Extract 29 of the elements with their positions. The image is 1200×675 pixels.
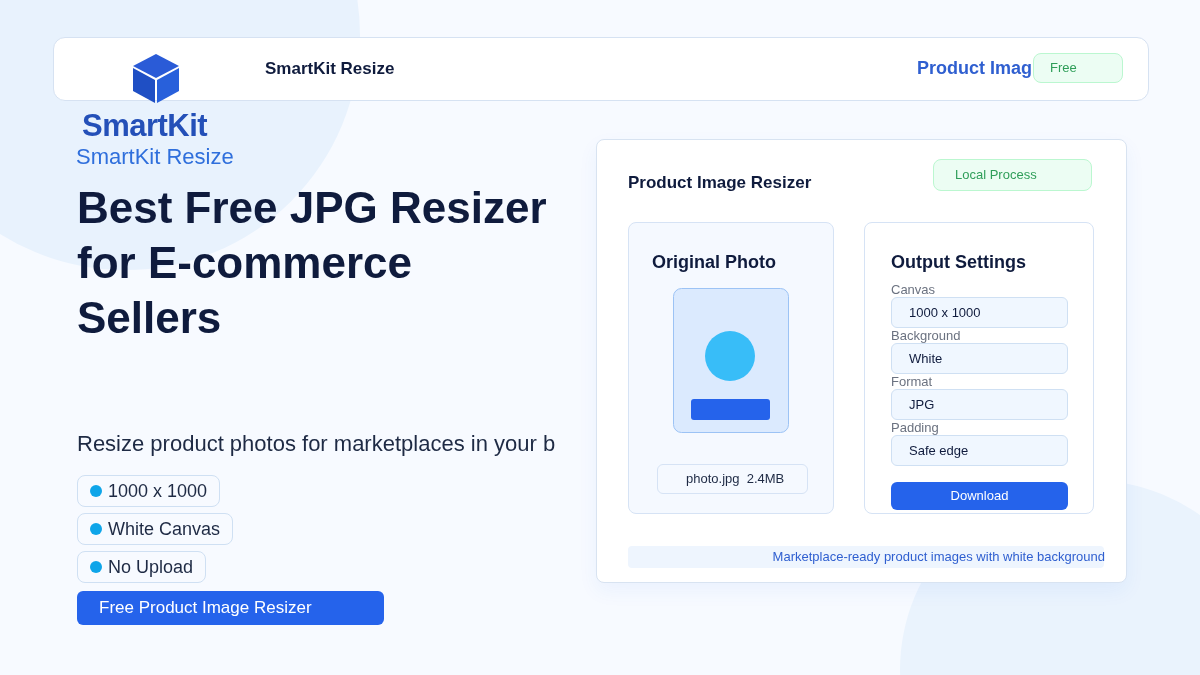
feature-label: White Canvas [108, 517, 221, 541]
local-process-badge: Local Process [933, 159, 1092, 191]
field-label: Background [891, 329, 962, 343]
panel-title: Output Settings [891, 251, 1026, 274]
headline-line: for E-commerce [77, 237, 413, 289]
field-label: Format [891, 375, 934, 389]
file-info: photo.jpg 2.4MB [657, 464, 808, 494]
footer-text: Marketplace-ready product images with white background [772, 548, 1105, 567]
logo-subtitle: SmartKit Resize [76, 144, 234, 170]
feature-label: No Upload [108, 555, 194, 579]
select-field[interactable]: White [891, 343, 1068, 374]
free-badge: Free [1033, 53, 1123, 83]
download-button[interactable]: Download [891, 482, 1068, 510]
hero-subtitle: Resize product photos for marketplaces in your b [77, 430, 557, 458]
card-title: Product Image Resizer [628, 172, 812, 194]
select-field[interactable]: JPG [891, 389, 1068, 420]
nav-link[interactable]: Product Imag [917, 54, 1032, 82]
field-label: Canvas [891, 283, 937, 297]
headline-line: Sellers [77, 292, 223, 344]
logo-wordmark: SmartKit [82, 108, 208, 144]
feature-label: 1000 x 1000 [108, 479, 208, 503]
cta-button[interactable]: Free Product Image Resizer [77, 591, 384, 625]
select-field[interactable]: Safe edge [891, 435, 1068, 466]
select-field[interactable]: 1000 x 1000 [891, 297, 1068, 328]
cube-icon [131, 53, 181, 103]
field-label: Padding [891, 421, 940, 435]
headline-line: Best Free JPG Resizer [77, 182, 548, 234]
header-title: SmartKit Resize [265, 58, 395, 81]
panel-title: Original Photo [652, 251, 776, 274]
